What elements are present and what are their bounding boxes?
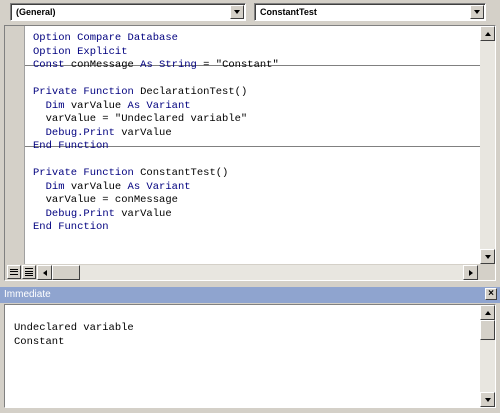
code-line: Option Explicit bbox=[33, 46, 128, 59]
code-keyword: As String bbox=[140, 59, 197, 71]
horizontal-scrollbar[interactable] bbox=[37, 265, 478, 280]
code-window: Option Compare Database Option Explicit Co… bbox=[4, 25, 496, 281]
code-keyword: As Variant bbox=[127, 180, 191, 193]
code-keyword: End Function bbox=[33, 221, 109, 233]
scroll-left-icon bbox=[42, 269, 47, 276]
code-window-bottom-bar bbox=[5, 264, 495, 280]
code-keyword: Debug.Print bbox=[45, 126, 115, 139]
code-text: ConstantTest() bbox=[133, 167, 229, 179]
object-combo-dropdown-button[interactable] bbox=[230, 5, 244, 19]
code-line: Dim varValue As Variant bbox=[33, 181, 191, 194]
immediate-output: Undeclared variable Constant bbox=[14, 321, 134, 349]
code-keyword: Private Function bbox=[33, 86, 134, 98]
code-text: conMessage bbox=[64, 59, 141, 71]
code-line: varValue = conMessage bbox=[33, 194, 178, 207]
scroll-up-icon bbox=[484, 31, 491, 36]
code-text: varValue bbox=[114, 207, 172, 220]
margin-indicator-bar[interactable] bbox=[5, 26, 25, 264]
code-text: varValue bbox=[64, 180, 128, 193]
scroll-right-button[interactable] bbox=[463, 265, 478, 280]
immediate-window[interactable]: Undeclared variable Constant bbox=[4, 304, 496, 408]
code-text: varValue = "Undeclared variable" bbox=[33, 113, 248, 125]
code-keyword: Debug.Print bbox=[45, 207, 115, 220]
scroll-up-button[interactable] bbox=[480, 26, 495, 41]
vertical-scrollbar[interactable] bbox=[480, 26, 495, 264]
scroll-right-icon bbox=[468, 269, 473, 276]
code-keyword: Dim bbox=[45, 180, 65, 193]
scroll-down-button[interactable] bbox=[480, 249, 495, 264]
code-keyword: Option Explicit bbox=[33, 45, 128, 58]
output-line: Undeclared variable bbox=[14, 322, 134, 334]
code-text: varValue bbox=[114, 126, 172, 139]
code-line: Dim varValue As Variant bbox=[33, 100, 191, 113]
code-line: Private Function DeclarationTest() bbox=[33, 86, 247, 99]
code-line: Debug.Print varValue bbox=[33, 127, 172, 140]
code-editor[interactable]: Option Compare Database Option Explicit Co… bbox=[25, 26, 480, 264]
code-keyword: Const bbox=[33, 59, 65, 71]
scroll-left-button[interactable] bbox=[37, 265, 52, 280]
code-keyword: Dim bbox=[45, 99, 65, 112]
output-line: Constant bbox=[14, 336, 65, 348]
scroll-up-icon bbox=[484, 310, 491, 315]
scroll-down-button[interactable] bbox=[480, 392, 495, 407]
code-keyword: End Function bbox=[33, 140, 109, 152]
object-combo[interactable]: (General) bbox=[10, 3, 246, 21]
horizontal-scroll-thumb[interactable] bbox=[52, 265, 80, 280]
code-line: Option Compare Database bbox=[33, 32, 178, 45]
code-line: Debug.Print varValue bbox=[33, 208, 172, 221]
code-line: End Function bbox=[33, 140, 109, 153]
code-keyword: Private Function bbox=[33, 167, 134, 179]
chevron-down-icon bbox=[234, 10, 240, 14]
procedure-combo[interactable]: ConstantTest bbox=[254, 3, 486, 21]
code-keyword: Option Compare Database bbox=[33, 32, 178, 44]
full-module-view-button[interactable] bbox=[22, 265, 36, 279]
close-icon: × bbox=[488, 288, 494, 299]
procedure-combo-dropdown-button[interactable] bbox=[470, 5, 484, 19]
immediate-window-title-bar[interactable]: Immediate × bbox=[0, 287, 500, 303]
code-keyword: As Variant bbox=[127, 99, 191, 112]
code-line: Const conMessage As String = "Constant" bbox=[33, 59, 279, 72]
scroll-down-icon bbox=[484, 254, 491, 259]
code-text: varValue = conMessage bbox=[33, 194, 178, 206]
scroll-down-icon bbox=[484, 397, 491, 402]
procedure-combo-value: ConstantTest bbox=[260, 7, 317, 17]
immediate-scroll-thumb[interactable] bbox=[480, 320, 495, 340]
code-text: varValue bbox=[64, 99, 128, 112]
code-text: DeclarationTest() bbox=[133, 86, 248, 98]
close-button[interactable]: × bbox=[485, 288, 497, 300]
code-line: End Function bbox=[33, 221, 109, 234]
object-combo-value: (General) bbox=[16, 7, 56, 17]
code-line: Private Function ConstantTest() bbox=[33, 167, 228, 180]
immediate-window-title: Immediate bbox=[4, 289, 51, 300]
chevron-down-icon bbox=[474, 10, 480, 14]
code-line: varValue = "Undeclared variable" bbox=[33, 113, 248, 126]
code-text: = "Constant" bbox=[196, 59, 279, 71]
procedure-view-button[interactable] bbox=[7, 265, 21, 279]
scroll-up-button[interactable] bbox=[480, 305, 495, 320]
immediate-vertical-scrollbar[interactable] bbox=[480, 305, 495, 407]
